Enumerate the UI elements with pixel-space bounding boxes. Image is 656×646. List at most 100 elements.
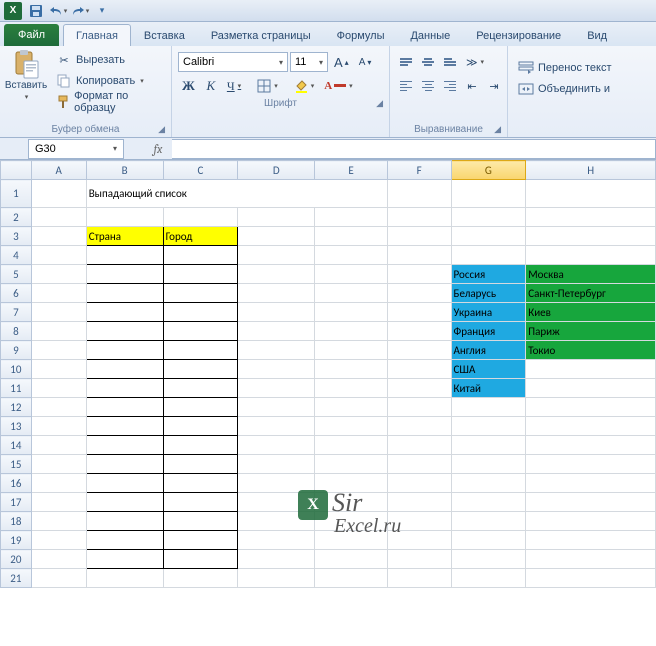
- align-top-button[interactable]: [396, 52, 416, 72]
- col-header[interactable]: C: [163, 161, 238, 180]
- col-header[interactable]: D: [238, 161, 315, 180]
- row-header[interactable]: 10: [1, 360, 32, 379]
- country-cell[interactable]: Франция: [451, 322, 526, 341]
- row-header[interactable]: 6: [1, 284, 32, 303]
- tab-data[interactable]: Данные: [397, 24, 463, 46]
- table-cell[interactable]: [86, 379, 163, 398]
- fx-icon[interactable]: fx: [144, 142, 172, 156]
- row-header[interactable]: 15: [1, 455, 32, 474]
- city-cell[interactable]: Париж: [526, 322, 656, 341]
- tab-insert[interactable]: Вставка: [131, 24, 198, 46]
- align-left-button[interactable]: [396, 76, 416, 96]
- table-cell[interactable]: [86, 455, 163, 474]
- save-icon[interactable]: [26, 2, 46, 20]
- country-cell[interactable]: США: [451, 360, 526, 379]
- country-cell[interactable]: Беларусь: [451, 284, 526, 303]
- tab-file[interactable]: Файл: [4, 24, 59, 46]
- table-cell[interactable]: [163, 493, 238, 512]
- row-header[interactable]: 17: [1, 493, 32, 512]
- row-header[interactable]: 2: [1, 208, 32, 227]
- formula-input[interactable]: [172, 139, 656, 159]
- table-cell[interactable]: [86, 474, 163, 493]
- row-header[interactable]: 7: [1, 303, 32, 322]
- italic-button[interactable]: К: [201, 76, 221, 96]
- shrink-font-button[interactable]: A▾: [355, 52, 376, 72]
- table-cell[interactable]: [163, 284, 238, 303]
- table-cell[interactable]: [86, 246, 163, 265]
- row-header[interactable]: 12: [1, 398, 32, 417]
- align-middle-button[interactable]: [418, 52, 438, 72]
- borders-button[interactable]: ▾: [253, 76, 282, 96]
- table-cell[interactable]: [86, 360, 163, 379]
- tab-formulas[interactable]: Формулы: [324, 24, 398, 46]
- row-header[interactable]: 19: [1, 531, 32, 550]
- col-header[interactable]: E: [315, 161, 388, 180]
- fill-color-button[interactable]: ▾: [290, 76, 319, 96]
- table-cell[interactable]: [86, 512, 163, 531]
- table-cell[interactable]: [163, 550, 238, 569]
- table-cell[interactable]: [86, 341, 163, 360]
- table-cell[interactable]: [163, 322, 238, 341]
- decrease-indent-button[interactable]: ⇤: [462, 76, 482, 96]
- col-header-selected[interactable]: G: [451, 161, 526, 180]
- col-header[interactable]: H: [526, 161, 656, 180]
- header-city[interactable]: Город: [163, 227, 238, 246]
- row-header[interactable]: 16: [1, 474, 32, 493]
- table-cell[interactable]: [163, 265, 238, 284]
- tab-view[interactable]: Вид: [574, 24, 620, 46]
- country-cell[interactable]: Китай: [451, 379, 526, 398]
- undo-icon[interactable]: ▾: [48, 2, 68, 20]
- tab-page-layout[interactable]: Разметка страницы: [198, 24, 324, 46]
- bold-button[interactable]: Ж: [178, 76, 199, 96]
- table-cell[interactable]: [163, 360, 238, 379]
- font-color-button[interactable]: A ▾: [320, 76, 356, 96]
- table-cell[interactable]: [163, 455, 238, 474]
- row-header[interactable]: 20: [1, 550, 32, 569]
- merge-button[interactable]: Объединить и: [514, 79, 650, 99]
- tab-home[interactable]: Главная: [63, 24, 131, 46]
- city-cell[interactable]: Токио: [526, 341, 656, 360]
- country-cell[interactable]: Англия: [451, 341, 526, 360]
- table-cell[interactable]: [163, 512, 238, 531]
- spreadsheet-grid[interactable]: A B C D E F G H 1 Выпадающий список 2 3 …: [0, 160, 656, 588]
- redo-icon[interactable]: ▾: [70, 2, 90, 20]
- align-center-button[interactable]: [418, 76, 438, 96]
- select-all-corner[interactable]: [1, 161, 32, 180]
- row-header[interactable]: 1: [1, 180, 32, 208]
- dialog-launcher-icon[interactable]: ◢: [158, 124, 165, 135]
- table-cell[interactable]: [86, 284, 163, 303]
- wrap-text-button[interactable]: Перенос текст: [514, 58, 650, 78]
- table-cell[interactable]: [86, 265, 163, 284]
- align-right-button[interactable]: [440, 76, 460, 96]
- cut-button[interactable]: ✂ Вырезать: [52, 50, 165, 70]
- font-size-combo[interactable]: 11▾: [290, 52, 328, 72]
- tab-review[interactable]: Рецензирование: [463, 24, 574, 46]
- table-cell[interactable]: [86, 550, 163, 569]
- col-header[interactable]: A: [31, 161, 86, 180]
- row-header[interactable]: 21: [1, 569, 32, 588]
- city-cell[interactable]: Санкт-Петербург: [526, 284, 656, 303]
- header-country[interactable]: Страна: [86, 227, 163, 246]
- city-cell[interactable]: Москва: [526, 265, 656, 284]
- table-cell[interactable]: [163, 531, 238, 550]
- table-cell[interactable]: [163, 436, 238, 455]
- table-cell[interactable]: [163, 246, 238, 265]
- city-cell[interactable]: Киев: [526, 303, 656, 322]
- row-header[interactable]: 18: [1, 512, 32, 531]
- row-header[interactable]: 4: [1, 246, 32, 265]
- increase-indent-button[interactable]: ⇥: [484, 76, 504, 96]
- table-cell[interactable]: [86, 303, 163, 322]
- table-cell[interactable]: [86, 322, 163, 341]
- table-cell[interactable]: [163, 303, 238, 322]
- grow-font-button[interactable]: A▴: [330, 52, 353, 72]
- copy-button[interactable]: Копировать▾: [52, 71, 165, 91]
- dialog-launcher-icon[interactable]: ◢: [376, 98, 383, 109]
- table-cell[interactable]: [163, 417, 238, 436]
- row-header[interactable]: 8: [1, 322, 32, 341]
- table-cell[interactable]: [163, 379, 238, 398]
- font-name-combo[interactable]: Calibri▾: [178, 52, 288, 72]
- row-header[interactable]: 3: [1, 227, 32, 246]
- underline-button[interactable]: Ч▾: [223, 76, 245, 96]
- orientation-button[interactable]: ≫▾: [462, 52, 488, 72]
- row-header[interactable]: 5: [1, 265, 32, 284]
